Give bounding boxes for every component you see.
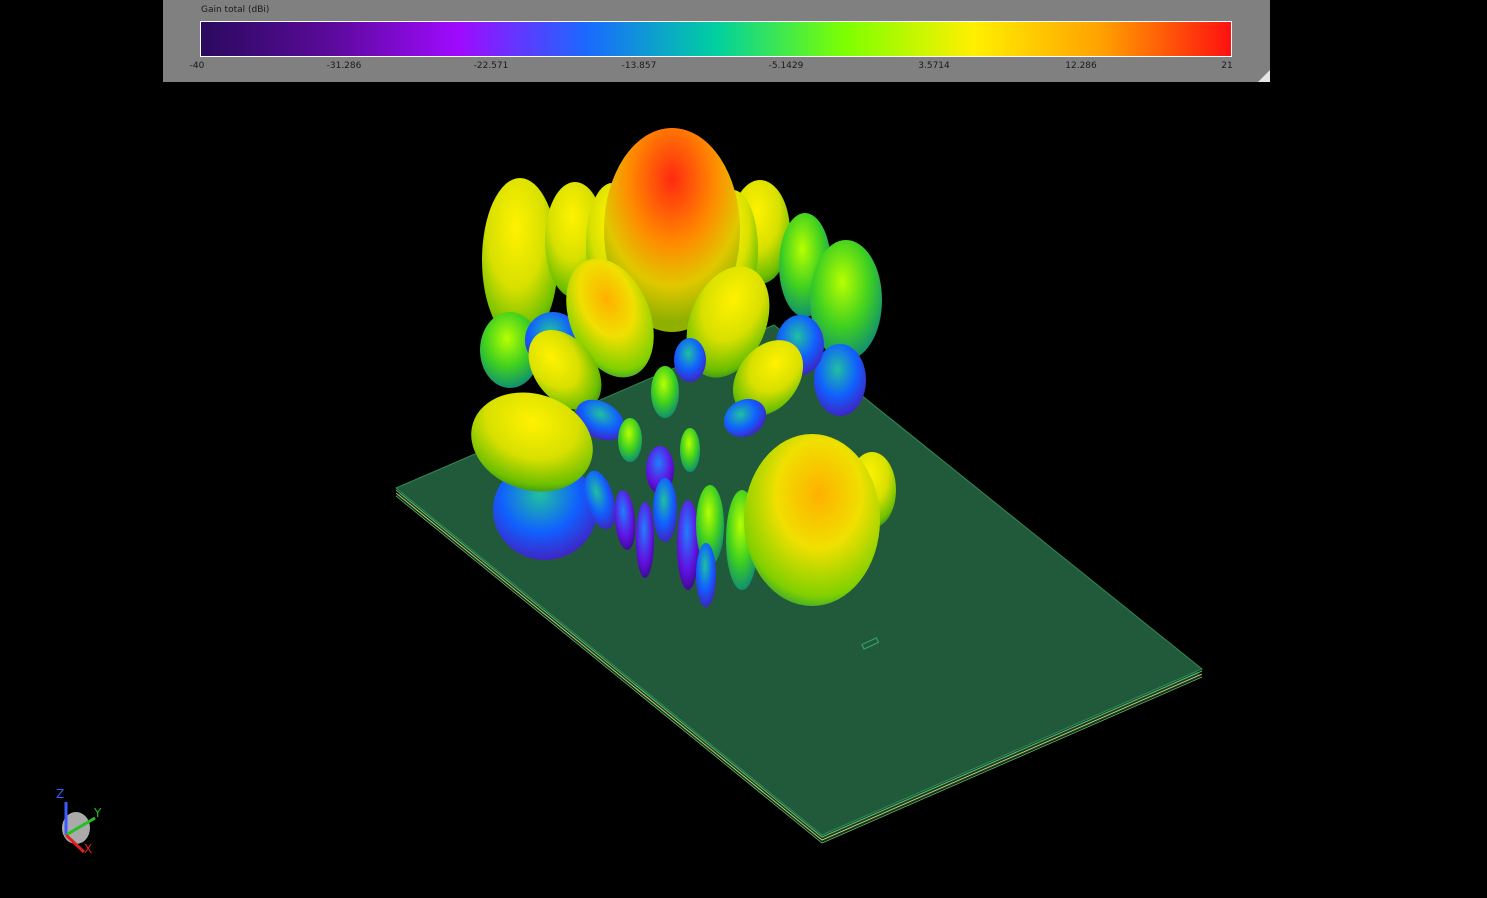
- z-axis-label: Z: [56, 787, 65, 801]
- x-axis-label: X: [84, 842, 93, 856]
- 3d-viewport[interactable]: [0, 0, 1487, 898]
- y-axis-label: Y: [94, 806, 102, 820]
